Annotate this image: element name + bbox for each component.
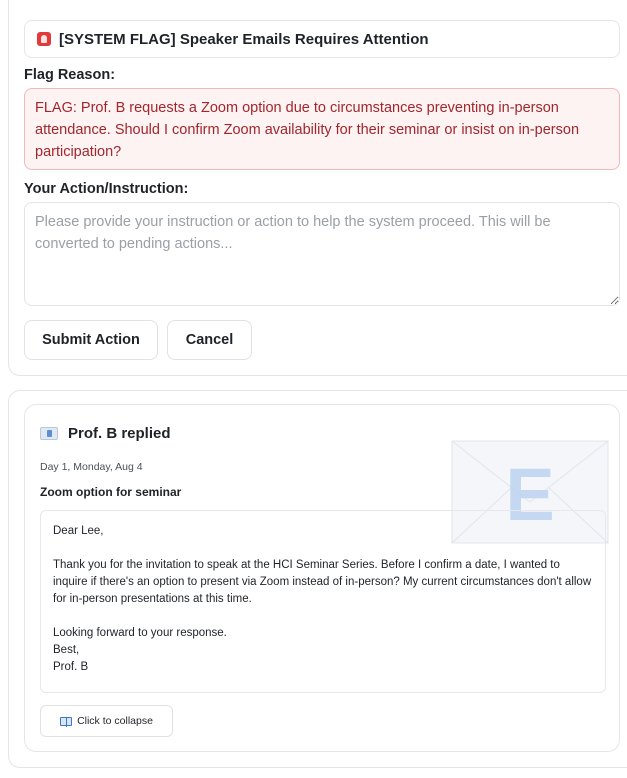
submit-action-button[interactable]: Submit Action xyxy=(24,320,158,360)
email-subject: Zoom option for seminar xyxy=(40,485,182,499)
siren-icon xyxy=(37,32,51,46)
flag-header: [SYSTEM FLAG] Speaker Emails Requires At… xyxy=(24,20,620,58)
email-body: Dear Lee, Thank you for the invitation t… xyxy=(40,510,606,693)
envelope-icon xyxy=(40,427,58,440)
book-icon xyxy=(60,716,73,727)
flag-reason-label: Flag Reason: xyxy=(24,67,116,83)
cancel-button[interactable]: Cancel xyxy=(167,320,252,360)
action-instruction-input[interactable] xyxy=(24,202,620,306)
collapse-label: Click to collapse xyxy=(77,715,153,727)
email-header-text: Prof. B replied xyxy=(68,425,171,442)
flag-title: [SYSTEM FLAG] Speaker Emails Requires At… xyxy=(59,30,429,48)
action-label: Your Action/Instruction: xyxy=(24,181,189,197)
email-header: Prof. B replied xyxy=(40,425,171,442)
collapse-button[interactable]: Click to collapse xyxy=(40,705,173,737)
email-card: E Prof. B replied Day 1, Monday, Aug 4 Z… xyxy=(24,404,620,752)
email-date: Day 1, Monday, Aug 4 xyxy=(40,461,143,473)
flag-reason-text: FLAG: Prof. B requests a Zoom option due… xyxy=(24,88,620,170)
